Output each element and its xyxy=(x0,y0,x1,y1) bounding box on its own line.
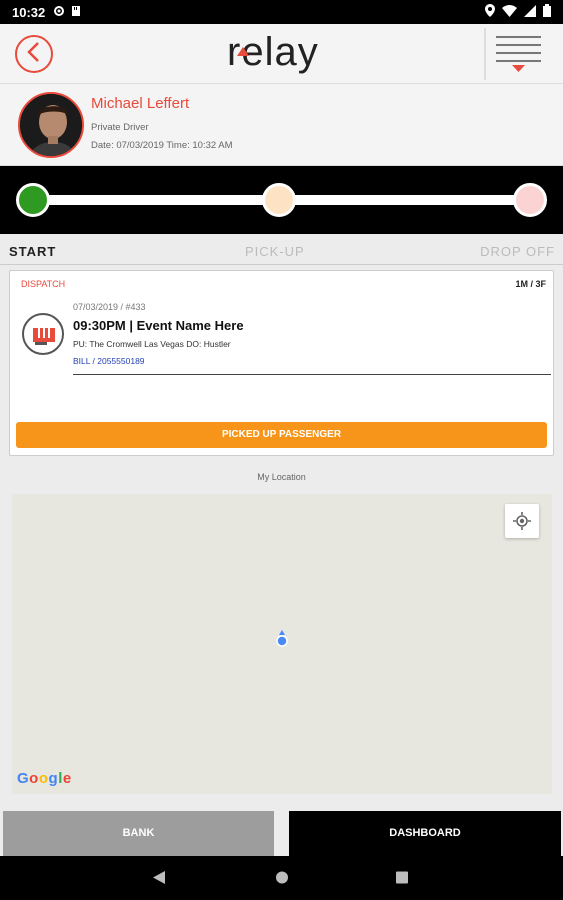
settings-icon xyxy=(53,5,65,20)
trip-progress-bar xyxy=(0,166,563,234)
home-circle-icon[interactable] xyxy=(275,870,289,890)
bottom-tab-bar: BANK DASHBOARD xyxy=(0,808,563,856)
tab-dashboard[interactable]: DASHBOARD xyxy=(289,811,561,856)
trip-type-icon xyxy=(22,313,64,355)
menu-divider xyxy=(484,28,486,80)
picked-up-passenger-button[interactable]: PICKED UP PASSENGER xyxy=(16,422,547,448)
google-attribution-logo: Google xyxy=(17,770,72,787)
progress-step-pickup xyxy=(262,183,296,217)
my-location-button[interactable] xyxy=(505,504,539,538)
battery-icon xyxy=(543,4,551,20)
trip-card[interactable]: DISPATCH 1M / 3F 07/03/2019 / #433 09:30… xyxy=(9,270,554,456)
step-label-pickup: PICK-UP xyxy=(245,244,305,259)
progress-step-dropoff xyxy=(513,183,547,217)
current-location-pin-icon xyxy=(276,630,288,653)
location-icon xyxy=(485,4,495,20)
signal-icon xyxy=(524,4,536,20)
app-bar: relay xyxy=(0,24,563,84)
trip-passenger-count: 1M / 3F xyxy=(515,279,546,289)
back-icon xyxy=(25,41,43,68)
avatar xyxy=(18,92,84,158)
location-map[interactable]: Google xyxy=(12,494,552,794)
storage-icon xyxy=(71,5,81,20)
driver-datetime: Date: 07/03/2019 Time: 10:32 AM xyxy=(91,140,233,151)
trip-pickup-dropoff: PU: The Cromwell Las Vegas DO: Hustler xyxy=(73,339,231,349)
step-label-start: START xyxy=(9,244,57,259)
status-time: 10:32 xyxy=(12,4,46,20)
card-divider xyxy=(73,374,551,375)
step-label-dropoff: DROP OFF xyxy=(480,244,555,259)
trip-event-title: 09:30PM | Event Name Here xyxy=(73,318,244,333)
system-nav-bar xyxy=(0,856,563,900)
status-bar: 10:32 xyxy=(0,0,563,24)
recents-square-icon[interactable] xyxy=(395,870,409,890)
driver-profile: Michael Leffert Private Driver Date: 07/… xyxy=(0,84,563,166)
driver-name: Michael Leffert xyxy=(91,95,190,112)
tab-bank[interactable]: BANK xyxy=(3,811,274,856)
trip-date-id: 07/03/2019 / #433 xyxy=(73,302,146,312)
back-triangle-icon[interactable] xyxy=(152,870,166,890)
back-button[interactable] xyxy=(15,35,53,73)
wifi-icon xyxy=(502,4,517,20)
logo-accent xyxy=(237,47,249,56)
menu-button[interactable] xyxy=(496,34,541,74)
divider xyxy=(0,264,563,265)
trip-status: DISPATCH xyxy=(21,279,66,289)
progress-step-start xyxy=(16,183,50,217)
progress-step-labels: START PICK-UP DROP OFF xyxy=(0,238,563,262)
driver-role: Private Driver xyxy=(91,122,149,133)
map-label: My Location xyxy=(257,472,306,482)
trip-contact-link[interactable]: BILL / 2055550189 xyxy=(73,356,145,366)
